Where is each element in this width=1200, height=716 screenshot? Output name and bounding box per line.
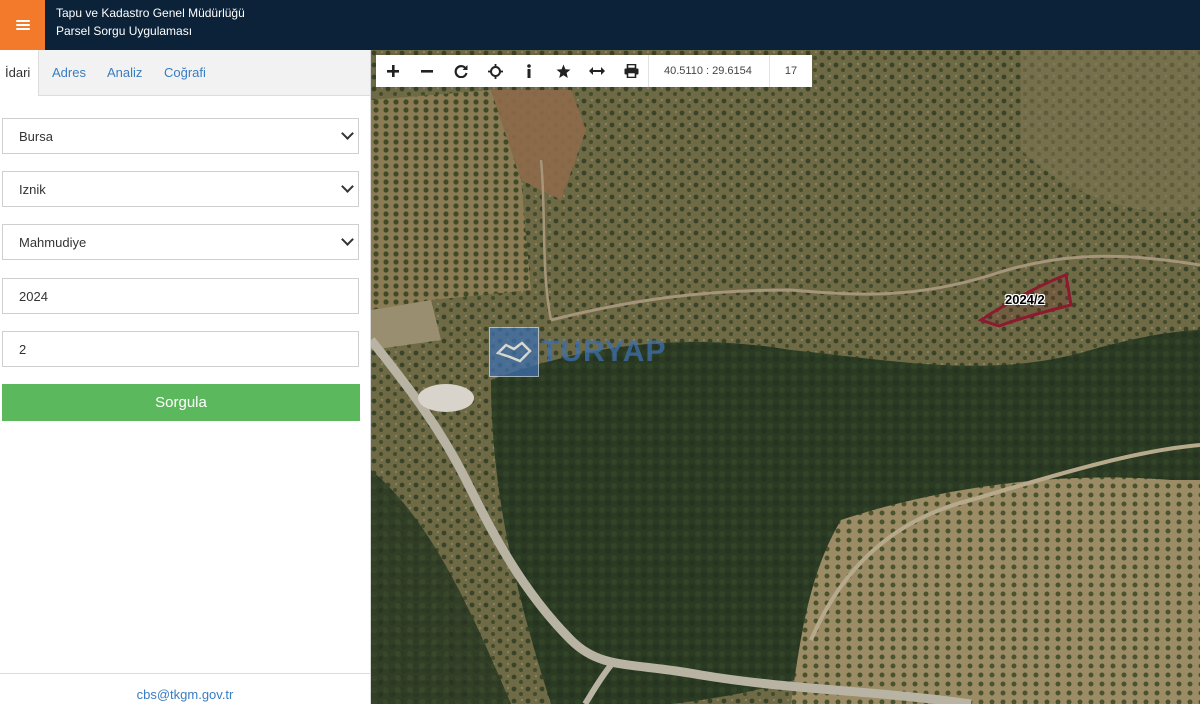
zoom-in-button[interactable] — [376, 55, 410, 87]
district-select[interactable]: Iznik — [2, 171, 359, 207]
chevron-down-icon — [341, 180, 354, 193]
block-number-value: 2024 — [19, 289, 48, 304]
refresh-icon — [454, 65, 468, 78]
app-title-line1: Tapu ve Kadastro Genel Müdürlüğü — [56, 6, 245, 20]
tab-analiz[interactable]: Analiz — [107, 50, 142, 95]
handshake-icon — [489, 327, 539, 377]
zoom-out-button[interactable] — [410, 55, 444, 87]
coordinate-readout: 40.5110 : 29.6154 — [648, 55, 769, 87]
province-value: Bursa — [19, 129, 53, 144]
neighborhood-select[interactable]: Mahmudiye — [2, 224, 359, 260]
app-title: Tapu ve Kadastro Genel Müdürlüğü Parsel … — [56, 4, 245, 40]
print-icon — [624, 64, 638, 78]
favorite-star-icon — [556, 64, 570, 78]
refresh-button[interactable] — [444, 55, 478, 87]
tab-idari[interactable]: İdari — [0, 50, 40, 96]
neighborhood-value: Mahmudiye — [19, 235, 87, 250]
district-value: Iznik — [19, 182, 46, 197]
satellite-imagery — [371, 50, 1200, 704]
tab-cografi[interactable]: Coğrafi — [164, 50, 206, 95]
map-toolbar: 40.5110 : 29.6154 17 — [376, 55, 813, 87]
info-icon — [527, 64, 531, 78]
zoom-level-readout: 17 — [768, 55, 812, 87]
print-button[interactable] — [614, 55, 648, 87]
locate-button[interactable] — [478, 55, 512, 87]
info-button[interactable] — [512, 55, 546, 87]
app-title-line2: Parsel Sorgu Uygulaması — [56, 24, 193, 38]
query-button[interactable]: Sorgula — [2, 384, 360, 421]
chevron-down-icon — [341, 127, 354, 140]
contact-email-link[interactable]: cbs@tkgm.gov.tr — [137, 687, 234, 702]
locate-icon — [487, 63, 503, 79]
parcel-number-value: 2 — [19, 342, 27, 357]
parcel-label: 2024/2 — [1005, 292, 1045, 307]
province-select[interactable]: Bursa — [2, 118, 359, 154]
app-header: Tapu ve Kadastro Genel Müdürlüğü Parsel … — [0, 0, 1200, 50]
favorite-button[interactable] — [546, 55, 580, 87]
chevron-down-icon — [341, 233, 354, 246]
tab-adres[interactable]: Adres — [52, 50, 86, 95]
measure-icon — [589, 67, 605, 75]
map-view[interactable]: TURYAP 2024/2 40.5110 : 29.6154 17 — [371, 50, 1200, 704]
zoom-in-icon — [387, 65, 399, 77]
zoom-out-icon — [421, 70, 433, 73]
watermark: TURYAP — [489, 327, 666, 377]
sidebar: İdari Adres Analiz Coğrafi Bursa Iznik M… — [0, 50, 371, 705]
hamburger-icon — [15, 19, 30, 31]
parcel-number-input[interactable]: 2 — [2, 331, 359, 367]
watermark-text: TURYAP — [541, 335, 667, 368]
footer: cbs@tkgm.gov.tr — [0, 673, 370, 705]
tab-bar: İdari Adres Analiz Coğrafi — [0, 50, 370, 96]
menu-button[interactable] — [0, 0, 45, 50]
measure-button[interactable] — [580, 55, 614, 87]
block-number-input[interactable]: 2024 — [2, 278, 359, 314]
